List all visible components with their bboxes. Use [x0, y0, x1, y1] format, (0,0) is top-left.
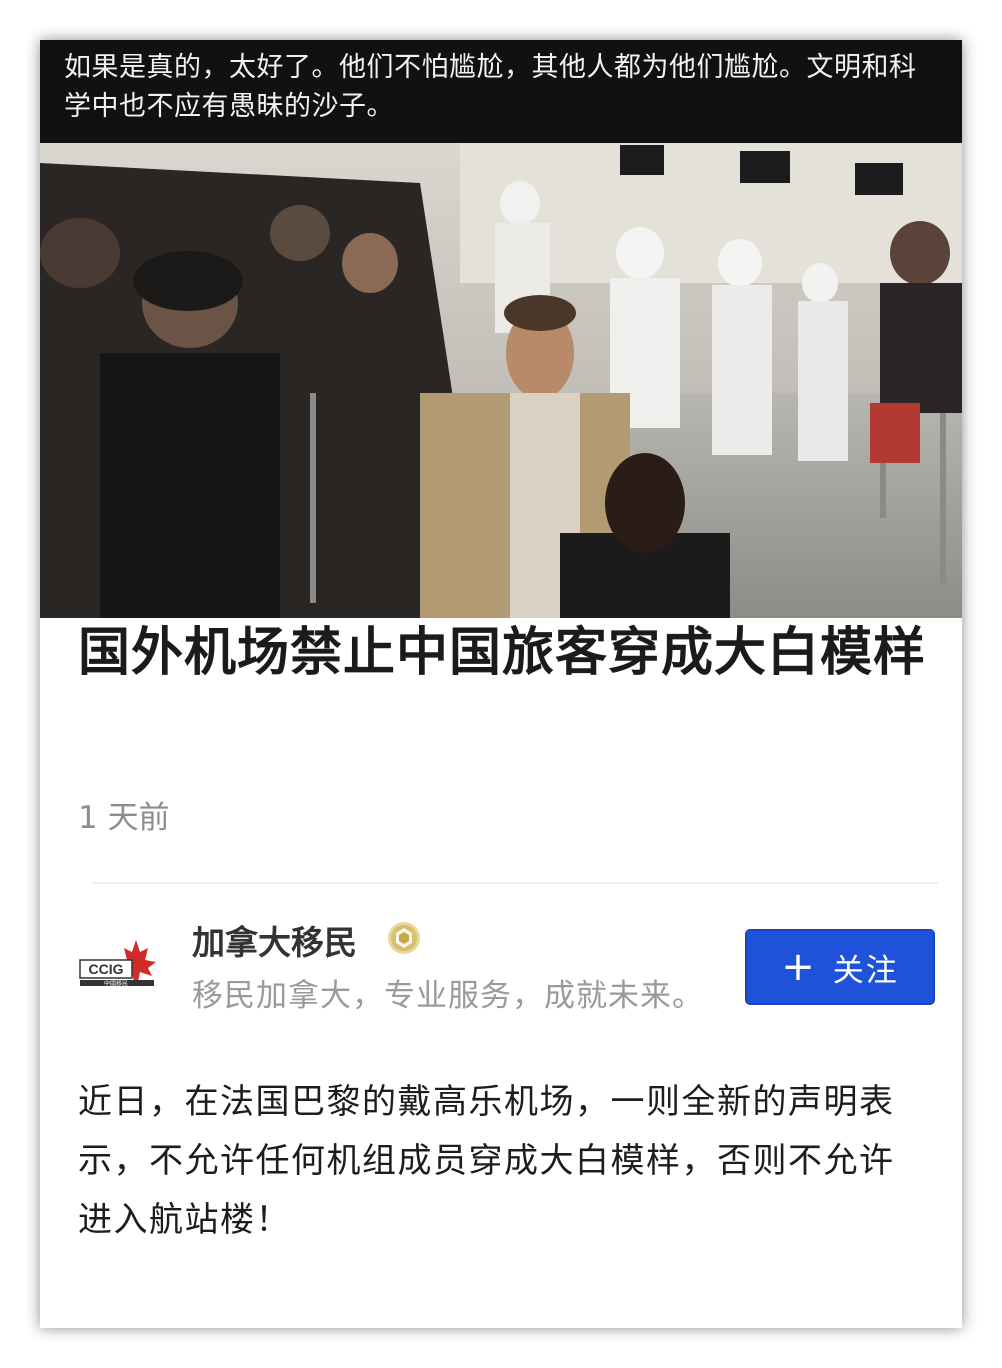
article-photo[interactable] — [40, 143, 962, 618]
caption-banner: 如果是真的，太好了。他们不怕尴尬，其他人都为他们尴尬。文明和科学中也不应有愚昧的… — [40, 40, 962, 143]
divider — [92, 882, 938, 884]
article-body: 近日，在法国巴黎的戴高乐机场，一则全新的声明表示，不允许任何机组成员穿成大白模样… — [78, 1082, 895, 1240]
logo-subtext: 中國移民 — [104, 980, 128, 988]
follow-button[interactable]: + 关注 — [745, 929, 935, 1005]
logo-text: CCIG — [89, 961, 124, 977]
follow-label: 关注 — [832, 952, 899, 989]
author-name[interactable]: 加拿大移民 — [192, 916, 357, 964]
news-card: 如果是真的，太好了。他们不怕尴尬，其他人都为他们尴尬。文明和科学中也不应有愚昧的… — [40, 40, 962, 1328]
verified-badge-icon — [386, 920, 422, 956]
airport-crowd-image — [40, 143, 962, 618]
article-timestamp: 1 天前 — [78, 800, 170, 836]
author-logo[interactable]: CCIG 中國移民 — [76, 938, 158, 998]
caption-text: 如果是真的，太好了。他们不怕尴尬，其他人都为他们尴尬。文明和科学中也不应有愚昧的… — [64, 52, 917, 122]
author-description: 移民加拿大，专业服务，成就未来。 — [192, 978, 704, 1014]
plus-icon: + — [781, 944, 817, 990]
ccig-maple-leaf-icon: CCIG 中國移民 — [79, 940, 156, 988]
article-headline[interactable]: 国外机场禁止中国旅客穿成大白模样 — [78, 620, 938, 687]
